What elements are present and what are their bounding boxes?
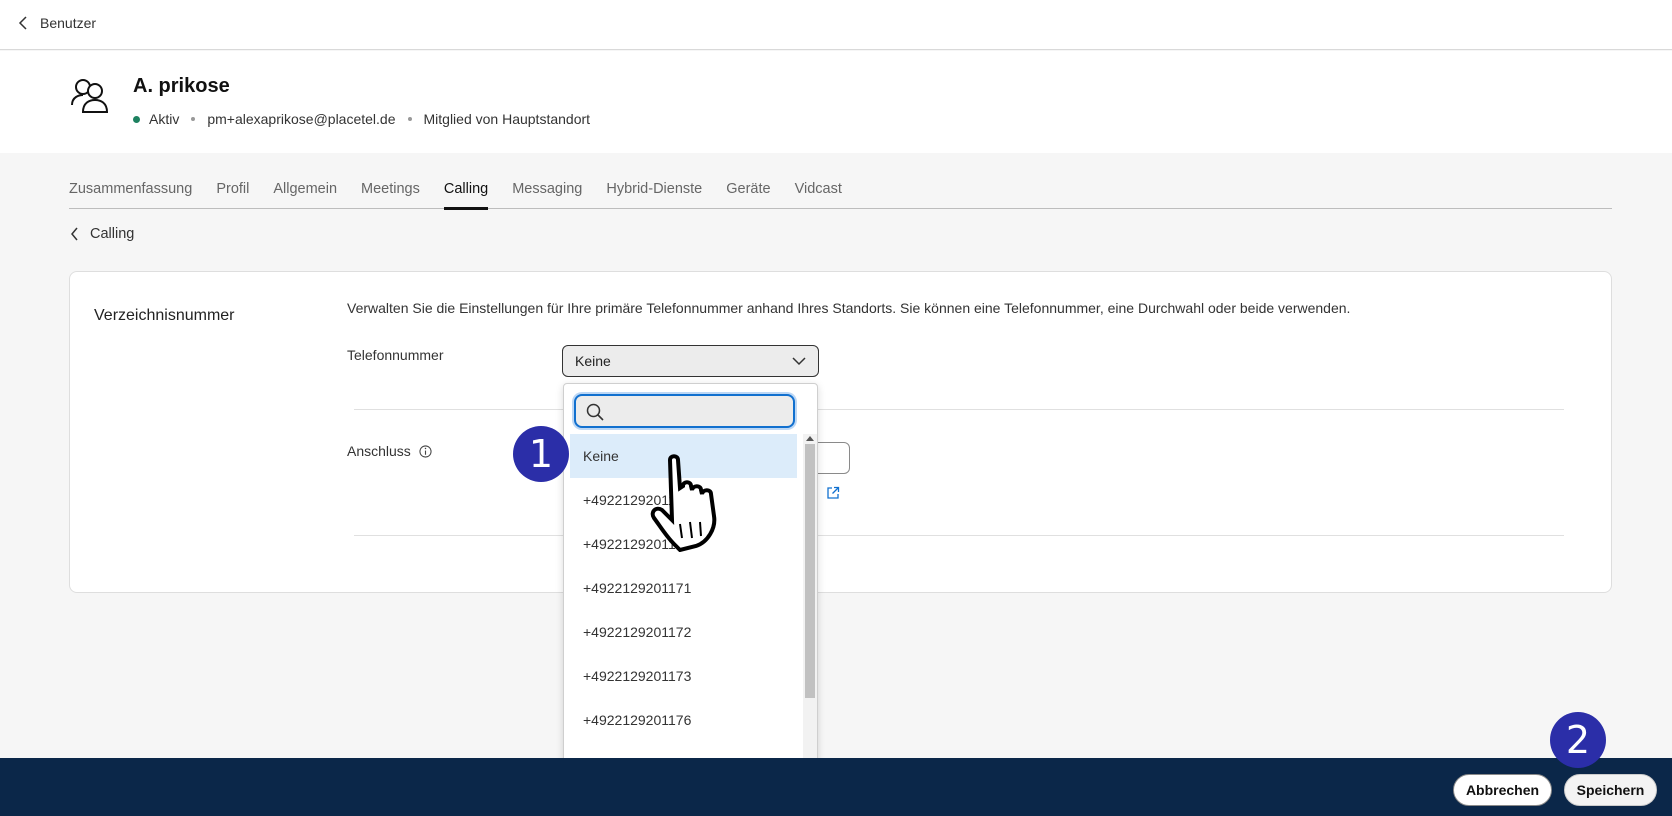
user-name: A. prikose: [133, 75, 230, 97]
dropdown-option[interactable]: +4922129201173: [564, 654, 800, 698]
phone-number-dropdown: Keine +4922129201169 +4922129201170 +492…: [563, 383, 818, 783]
scrollbar-thumb[interactable]: [805, 444, 815, 698]
info-icon[interactable]: [419, 444, 432, 458]
chevron-left-icon: [18, 16, 27, 30]
divider: [354, 409, 1564, 410]
save-button[interactable]: Speichern: [1564, 774, 1657, 806]
hand-pointer-icon: [650, 454, 717, 552]
breadcrumb-label: Calling: [90, 226, 135, 242]
separator-dot: [191, 117, 196, 121]
tab-allgemein[interactable]: Allgemein: [273, 181, 337, 209]
status-dot: [133, 115, 140, 123]
dropdown-option[interactable]: +4922129201172: [564, 610, 800, 654]
tab-meetings[interactable]: Meetings: [361, 181, 420, 209]
scroll-up-arrow-icon[interactable]: [806, 436, 814, 441]
external-link-icon[interactable]: [826, 486, 840, 500]
user-meta: Aktiv pm+alexaprikose@placetel.de Mitgli…: [133, 111, 590, 127]
chevron-down-icon: [792, 357, 806, 366]
separator-dot: [407, 117, 412, 121]
back-to-users-link[interactable]: Benutzer: [18, 15, 96, 31]
tab-calling[interactable]: Calling: [443, 181, 489, 210]
chevron-left-icon: [71, 227, 78, 241]
cancel-button[interactable]: Abbrechen: [1453, 774, 1552, 806]
tab-geraete[interactable]: Geräte: [726, 181, 770, 209]
tab-messaging[interactable]: Messaging: [512, 181, 582, 209]
phone-number-select[interactable]: Keine: [562, 345, 819, 377]
card-description: Verwalten Sie die Einstellungen für Ihre…: [347, 300, 1351, 316]
status-text: Aktiv: [149, 111, 180, 127]
user-membership: Mitglied von Hauptstandort: [423, 111, 591, 127]
dropdown-search-input[interactable]: [574, 394, 795, 428]
user-email: pm+alexaprikose@placetel.de: [207, 111, 396, 127]
dropdown-option[interactable]: +4922129201171: [564, 566, 800, 610]
search-icon: [586, 403, 604, 421]
phone-number-label: Telefonnummer: [347, 347, 444, 363]
tab-zusammenfassung[interactable]: Zusammenfassung: [69, 181, 192, 209]
user-header: A. prikose Aktiv pm+alexaprikose@placete…: [0, 51, 1672, 153]
back-link-label: Benutzer: [40, 15, 97, 31]
tab-bar: Zusammenfassung Profil Allgemein Meeting…: [69, 181, 1612, 210]
card-title: Verzeichnisnummer: [94, 307, 235, 324]
extension-label-row: Anschluss: [347, 443, 432, 459]
tab-hybrid-dienste[interactable]: Hybrid-Dienste: [606, 181, 702, 209]
dropdown-option[interactable]: +4922129201176: [564, 698, 800, 742]
phone-number-selected-value: Keine: [575, 353, 611, 369]
breadcrumb-calling[interactable]: Calling: [70, 226, 134, 242]
extension-label: Anschluss: [347, 443, 411, 459]
top-bar: Benutzer: [0, 0, 1672, 50]
divider: [354, 535, 1564, 536]
step-badge-1: 1: [513, 426, 569, 482]
tab-vidcast[interactable]: Vidcast: [795, 181, 842, 209]
users-icon: [71, 79, 109, 113]
step-badge-2: 2: [1550, 712, 1606, 768]
footer-bar: [0, 758, 1672, 816]
tab-profil[interactable]: Profil: [216, 181, 249, 209]
directory-number-card: Verzeichnisnummer Verwalten Sie die Eins…: [69, 271, 1612, 593]
dropdown-scrollbar[interactable]: [803, 434, 817, 782]
